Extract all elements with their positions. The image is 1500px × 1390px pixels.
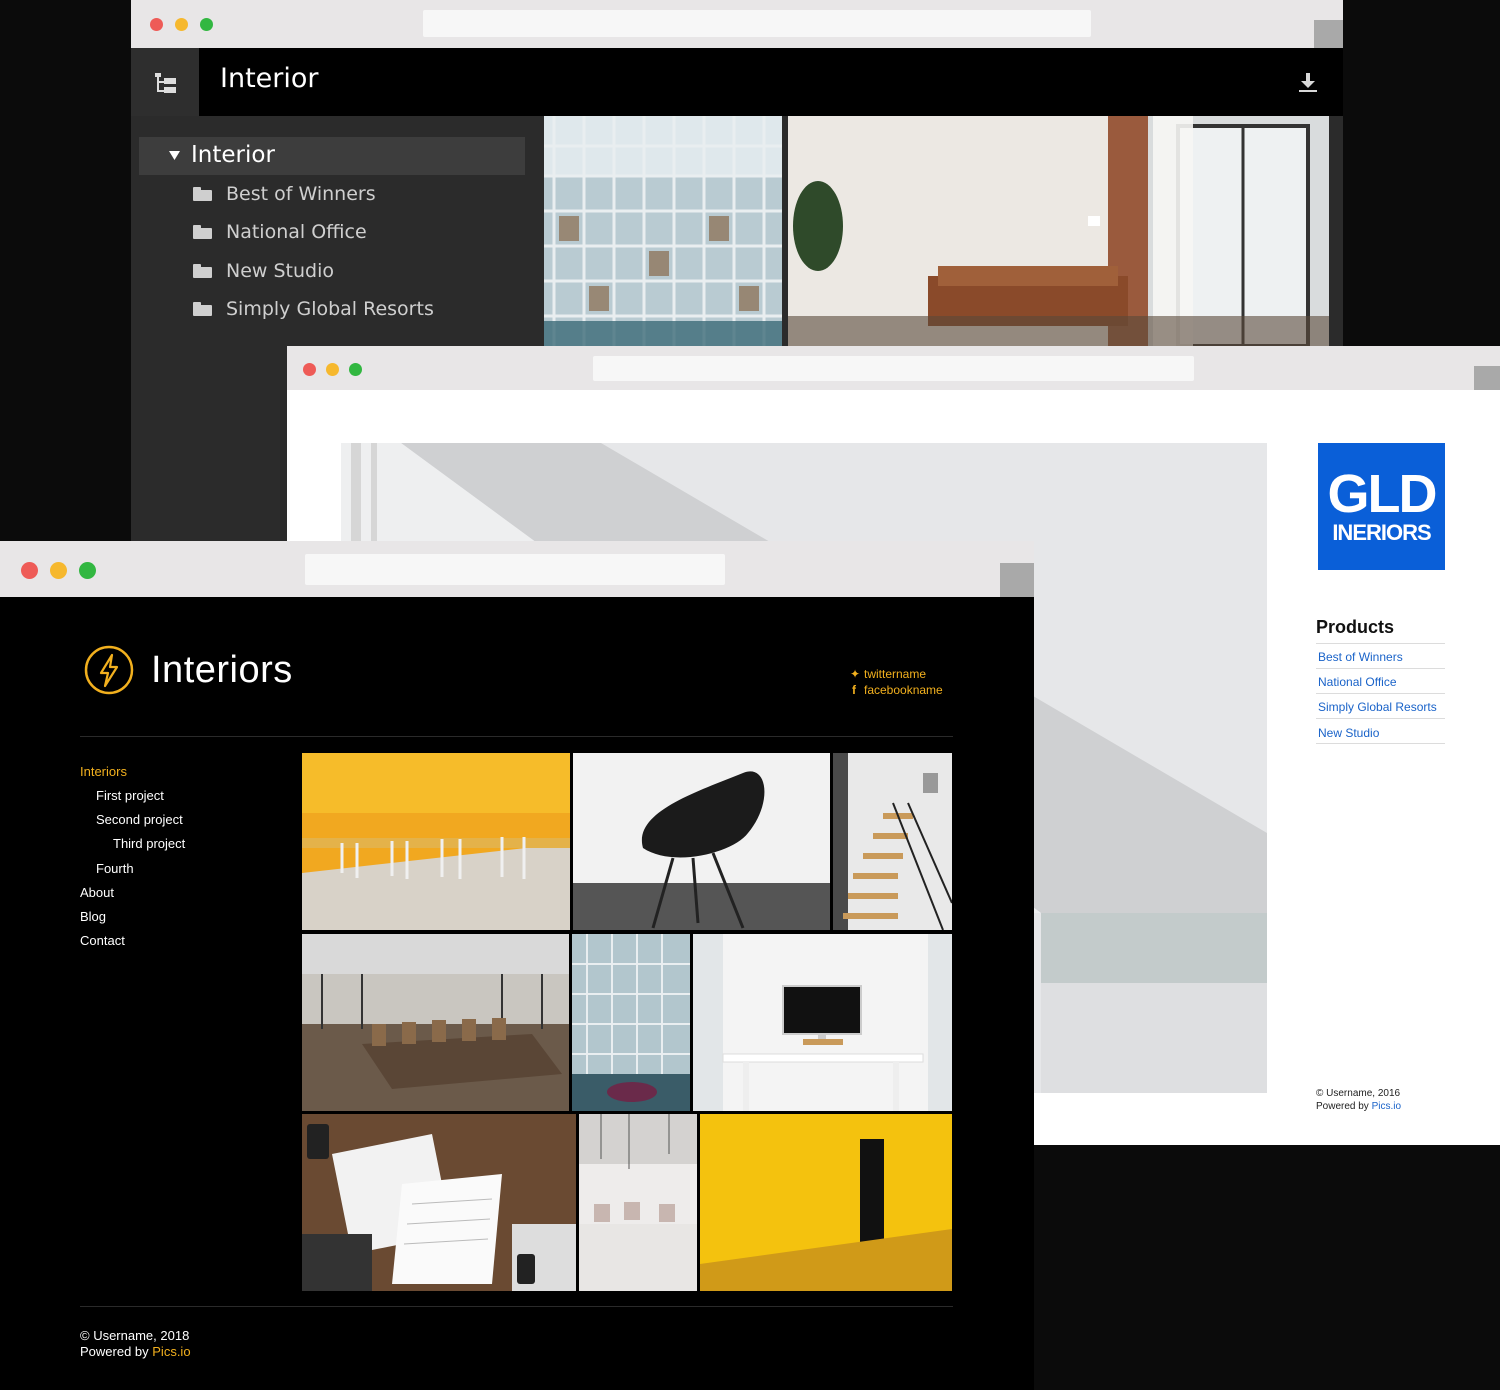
yellow-cafe-photo[interactable]	[302, 753, 570, 930]
nav-item-third-project[interactable]: Third project	[113, 836, 185, 851]
app-header: Interior	[131, 48, 1343, 116]
tree-structure-icon	[155, 73, 176, 93]
scrollbar-thumb[interactable]	[1474, 366, 1500, 390]
pics-io-link[interactable]: Pics.io	[152, 1344, 190, 1359]
address-bar[interactable]	[593, 356, 1194, 381]
yellow-room-photo[interactable]	[700, 1114, 952, 1291]
folder-item[interactable]: New Studio	[193, 256, 334, 286]
gld-logo[interactable]: GLD INERIORS	[1318, 443, 1445, 570]
desk-workspace-photo[interactable]	[693, 934, 952, 1111]
nav-item-first-project[interactable]: First project	[96, 788, 164, 803]
address-bar[interactable]	[423, 10, 1091, 37]
folder-icon	[193, 187, 212, 201]
close-window-button[interactable]	[150, 18, 163, 31]
folder-icon	[193, 225, 212, 239]
browser-chrome	[131, 0, 1343, 48]
folder-label: Best of Winners	[226, 183, 376, 205]
logo-line1: GLD	[1327, 464, 1438, 524]
download-icon[interactable]	[1297, 71, 1319, 93]
folder-label: National Office	[226, 221, 367, 243]
nav-item-interiors[interactable]: Interiors	[80, 764, 127, 779]
product-link[interactable]: Simply Global Resorts	[1318, 700, 1437, 714]
minimize-window-button[interactable]	[50, 562, 67, 579]
scrollbar-thumb[interactable]	[1000, 563, 1034, 597]
nav-item-second-project[interactable]: Second project	[96, 812, 183, 827]
divider	[1316, 643, 1445, 644]
products-heading: Products	[1316, 617, 1395, 637]
footer-powered: Powered by Pics.io	[1316, 1101, 1401, 1112]
footer-divider	[80, 1306, 953, 1307]
site-title: Interiors	[151, 649, 293, 691]
minimize-window-button[interactable]	[175, 18, 188, 31]
glass-building-photo[interactable]	[572, 934, 690, 1111]
footer-powered: Powered by Pics.io	[80, 1344, 191, 1359]
footer-copyright: © Username, 2016	[1316, 1088, 1401, 1099]
facebook-handle: facebookname	[864, 683, 943, 697]
app-title: Interior	[220, 63, 319, 94]
tree-toggle-button[interactable]	[131, 48, 199, 116]
folder-icon	[193, 264, 212, 278]
staircase-photo[interactable]	[833, 753, 952, 930]
product-link[interactable]: New Studio	[1318, 726, 1379, 740]
scrollbar-thumb[interactable]	[1314, 20, 1343, 48]
powered-prefix: Powered by	[1316, 1101, 1372, 1112]
minimize-window-button[interactable]	[326, 363, 339, 376]
close-window-button[interactable]	[303, 363, 316, 376]
maximize-window-button[interactable]	[349, 363, 362, 376]
divider	[1316, 743, 1445, 744]
logo-line2: INERIORS	[1332, 520, 1431, 545]
browser-chrome	[287, 346, 1500, 390]
twitter-handle: twittername	[864, 667, 927, 681]
twitter-link[interactable]: ✦ twittername	[850, 667, 926, 681]
desk-planning-photo[interactable]	[302, 1114, 576, 1291]
browser-chrome	[0, 541, 1034, 597]
folder-icon	[193, 302, 212, 316]
nav-item-blog[interactable]: Blog	[80, 909, 106, 924]
lightning-bolt-icon	[84, 645, 134, 695]
product-link[interactable]: National Office	[1318, 675, 1397, 689]
nav-item-contact[interactable]: Contact	[80, 933, 125, 948]
footer-copyright: © Username, 2018	[80, 1328, 190, 1343]
divider	[1316, 693, 1445, 694]
twitter-icon: ✦	[850, 667, 861, 681]
powered-prefix: Powered by	[80, 1344, 153, 1359]
folder-item[interactable]: Simply Global Resorts	[193, 294, 434, 324]
front-browser-window: Interiors ✦ twittername f facebookname Int…	[0, 541, 1034, 1390]
lounge-chairs-photo[interactable]	[579, 1114, 697, 1291]
facebook-icon: f	[852, 683, 856, 697]
product-link[interactable]: Best of Winners	[1318, 650, 1403, 664]
tree-root-label: Interior	[191, 142, 275, 168]
conference-room-photo[interactable]	[302, 934, 569, 1111]
divider	[1316, 718, 1445, 719]
black-chair-photo[interactable]	[573, 753, 830, 930]
nav-item-about[interactable]: About	[80, 885, 114, 900]
header-divider	[80, 736, 953, 737]
tree-root-item[interactable]: Interior	[139, 137, 525, 175]
folder-label: New Studio	[226, 260, 334, 282]
folder-item[interactable]: Best of Winners	[193, 179, 376, 209]
pics-io-link[interactable]: Pics.io	[1372, 1101, 1401, 1112]
triangle-down-icon[interactable]	[169, 151, 180, 161]
facebook-link[interactable]: f facebookname	[850, 683, 943, 697]
close-window-button[interactable]	[21, 562, 38, 579]
divider	[1316, 668, 1445, 669]
address-bar[interactable]	[305, 554, 725, 585]
nav-item-fourth[interactable]: Fourth	[96, 861, 134, 876]
maximize-window-button[interactable]	[200, 18, 213, 31]
maximize-window-button[interactable]	[79, 562, 96, 579]
living-room-photo[interactable]	[788, 116, 1329, 346]
folder-label: Simply Global Resorts	[226, 298, 434, 320]
folder-item[interactable]: National Office	[193, 217, 367, 247]
glass-building-photo[interactable]	[544, 116, 782, 346]
